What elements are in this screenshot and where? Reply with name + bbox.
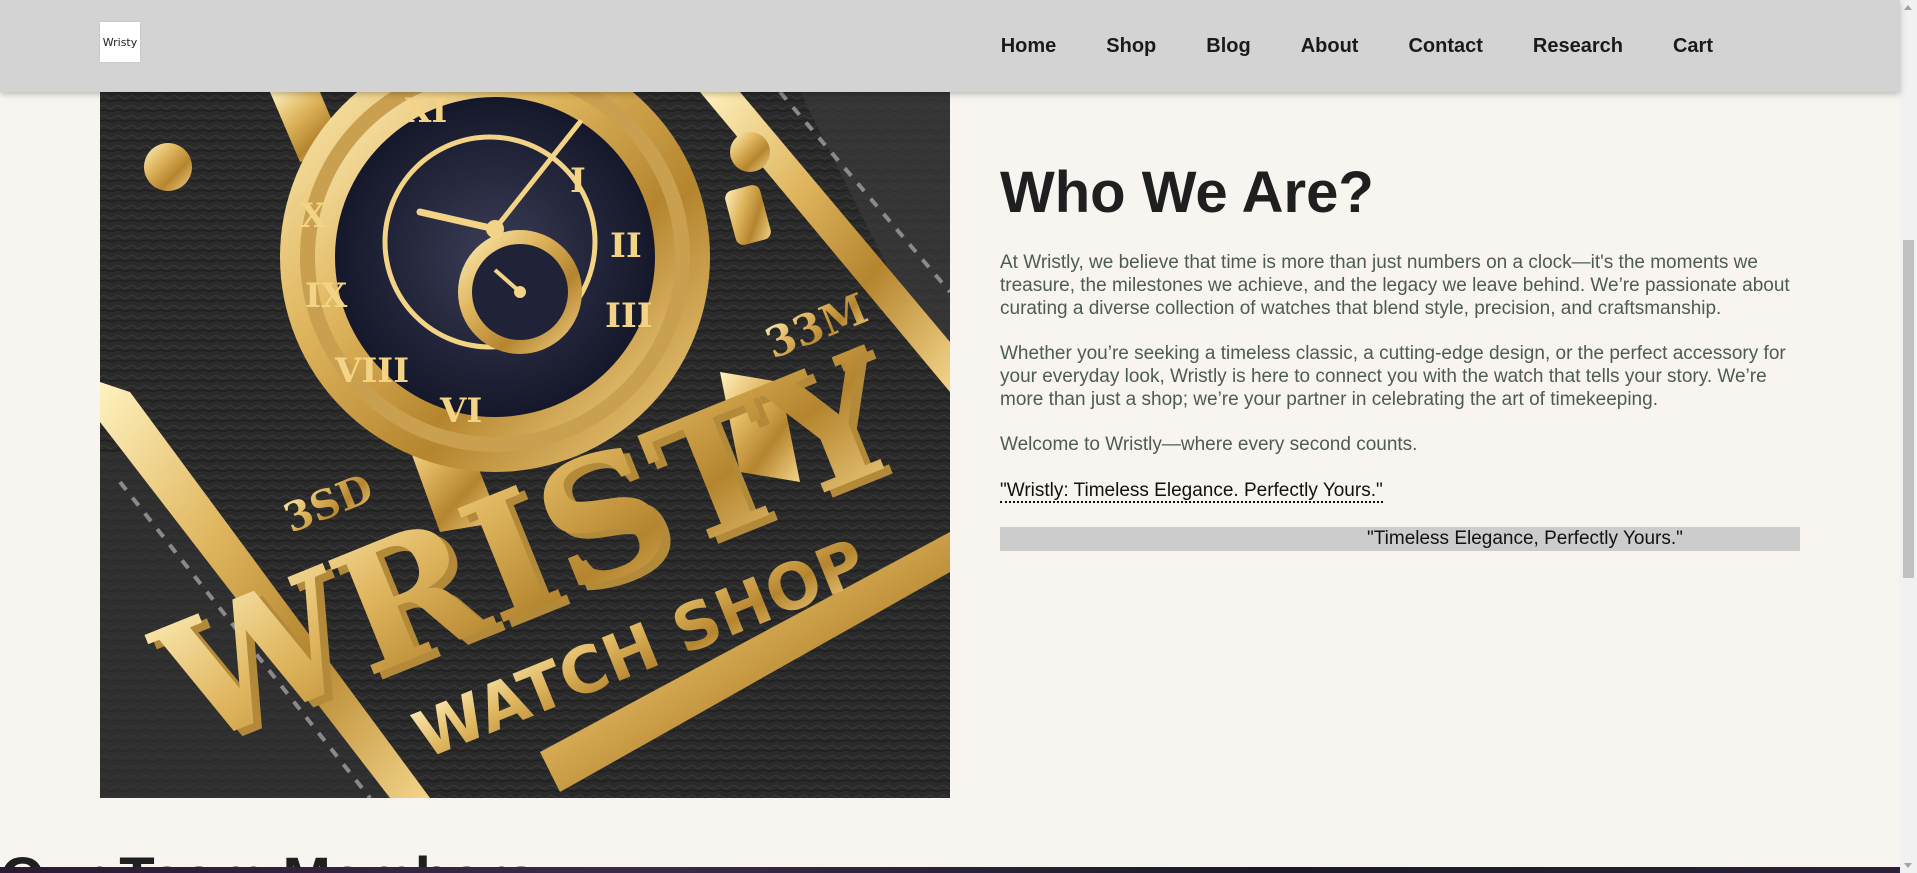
nav-blog[interactable]: Blog xyxy=(1206,35,1250,58)
nav-research[interactable]: Research xyxy=(1533,35,1623,58)
nav-shop[interactable]: Shop xyxy=(1106,35,1156,58)
svg-text:II: II xyxy=(610,226,642,266)
nav-home[interactable]: Home xyxy=(1001,35,1057,58)
slogan-marquee: "Timeless Elegance, Perfectly Yours." xyxy=(1000,526,1800,551)
about-title: Who We Are? xyxy=(1000,160,1374,225)
scroll-thumb[interactable] xyxy=(1903,240,1914,578)
section-divider xyxy=(0,867,1900,873)
svg-text:XI: XI xyxy=(405,92,447,131)
svg-text:X: X xyxy=(300,196,327,236)
svg-text:VI: VI xyxy=(439,391,482,431)
slogan-link[interactable]: "Wristly: Timeless Elegance. Perfectly Y… xyxy=(1000,480,1383,503)
page-scrollbar[interactable] xyxy=(1900,0,1917,873)
scroll-up-icon[interactable] xyxy=(1904,5,1912,10)
scroll-down-icon[interactable] xyxy=(1904,863,1912,868)
about-paragraph-3: Welcome to Wristly—where every second co… xyxy=(1000,433,1418,455)
nav-cart[interactable]: Cart xyxy=(1673,35,1713,58)
about-paragraph-1: At Wristly, we believe that time is more… xyxy=(1000,251,1790,319)
hero-watch-image: XI X IX VIII I II III VI WRISTY WRISTY W… xyxy=(100,92,950,798)
marquee-text: "Timeless Elegance, Perfectly Yours." xyxy=(1367,527,1683,549)
svg-text:IX: IX xyxy=(305,276,348,316)
nav-contact[interactable]: Contact xyxy=(1408,35,1482,58)
about-section: Who We Are? At Wristly, we believe that … xyxy=(1000,160,1800,551)
nav-about[interactable]: About xyxy=(1301,35,1359,58)
svg-text:VIII: VIII xyxy=(334,351,409,391)
site-logo[interactable]: Wristy xyxy=(100,22,140,62)
svg-text:III: III xyxy=(605,296,653,336)
nav-links: Home Shop Blog About Contact Research Ca… xyxy=(951,0,1713,92)
about-paragraph-2: Whether you’re seeking a timeless classi… xyxy=(1000,342,1786,410)
navbar: Wristy Home Shop Blog About Contact Rese… xyxy=(0,0,1900,92)
